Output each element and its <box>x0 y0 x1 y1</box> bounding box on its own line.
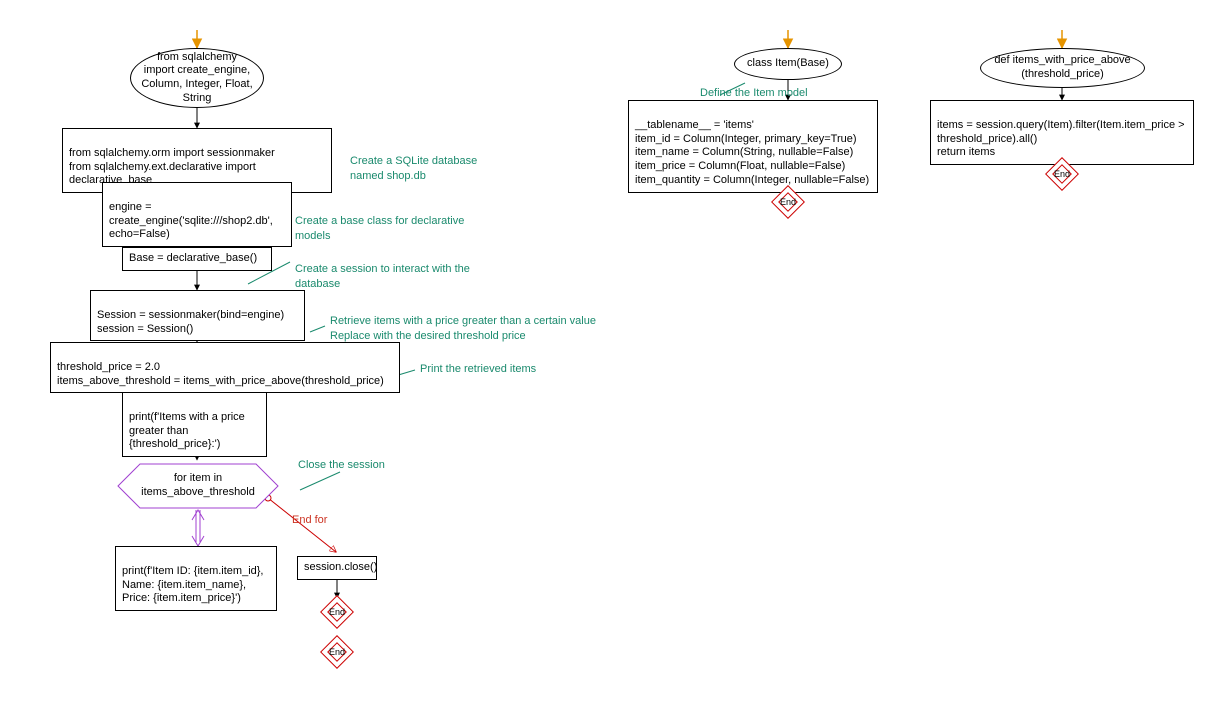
end-diamond-func: End <box>1050 162 1074 186</box>
class-item-body: __tablename__ = 'items' item_id = Column… <box>628 100 878 193</box>
session-text: Session = sessionmaker(bind=engine) sess… <box>97 309 284 335</box>
annotation-a6: Close the session <box>298 458 448 472</box>
loop-text: for item in items_above_threshold <box>141 472 255 498</box>
close-text: session.close() <box>304 561 377 573</box>
base-text: Base = declarative_base() <box>129 252 257 264</box>
annotation-a1: Create a SQLite database named shop.db <box>350 140 510 183</box>
class-item-body-text: __tablename__ = 'items' item_id = Column… <box>635 119 869 186</box>
print-header-text: print(f'Items with a price greater than … <box>129 411 245 451</box>
annotation-a7: Define the Item model <box>700 86 840 100</box>
start-node: from sqlalchemy import create_engine, Co… <box>130 48 264 108</box>
print-header-node: print(f'Items with a price greater than … <box>122 392 267 457</box>
class-item-header: class Item(Base) <box>734 48 842 80</box>
func-header: def items_with_price_above (threshold_pr… <box>980 48 1145 88</box>
engine-text: engine = create_engine('sqlite:///shop2.… <box>109 201 273 241</box>
session-node: Session = sessionmaker(bind=engine) sess… <box>90 290 305 341</box>
close-node: session.close() <box>297 556 377 580</box>
annotation-a4: Retrieve items with a price greater than… <box>330 300 630 343</box>
func-header-text: def items_with_price_above (threshold_pr… <box>991 54 1134 82</box>
func-body-text: items = session.query(Item).filter(Item.… <box>937 119 1185 159</box>
annotation-a5: Print the retrieved items <box>420 362 600 376</box>
annotation-a2: Create a base class for declarative mode… <box>295 200 465 243</box>
end-diamond-class: End <box>776 190 800 214</box>
print-item-text: print(f'Item ID: {item.item_id}, Name: {… <box>122 565 263 605</box>
engine-node: engine = create_engine('sqlite:///shop2.… <box>102 182 292 247</box>
print-item-node: print(f'Item ID: {item.item_id}, Name: {… <box>115 546 277 611</box>
base-node: Base = declarative_base() <box>122 247 272 271</box>
end-diamond-close: End <box>325 600 349 624</box>
threshold-text: threshold_price = 2.0 items_above_thresh… <box>57 361 384 387</box>
end-for-label: End for <box>292 514 327 526</box>
annotation-a3: Create a session to interact with the da… <box>295 248 485 291</box>
end-diamond-main: End <box>325 640 349 664</box>
start-text: from sqlalchemy import create_engine, Co… <box>141 51 253 106</box>
imports2-text: from sqlalchemy.orm import sessionmaker … <box>69 147 275 187</box>
class-item-header-text: class Item(Base) <box>747 57 829 71</box>
func-body: items = session.query(Item).filter(Item.… <box>930 100 1194 165</box>
threshold-node: threshold_price = 2.0 items_above_thresh… <box>50 342 400 393</box>
loop-node: for item in items_above_threshold <box>140 472 256 500</box>
